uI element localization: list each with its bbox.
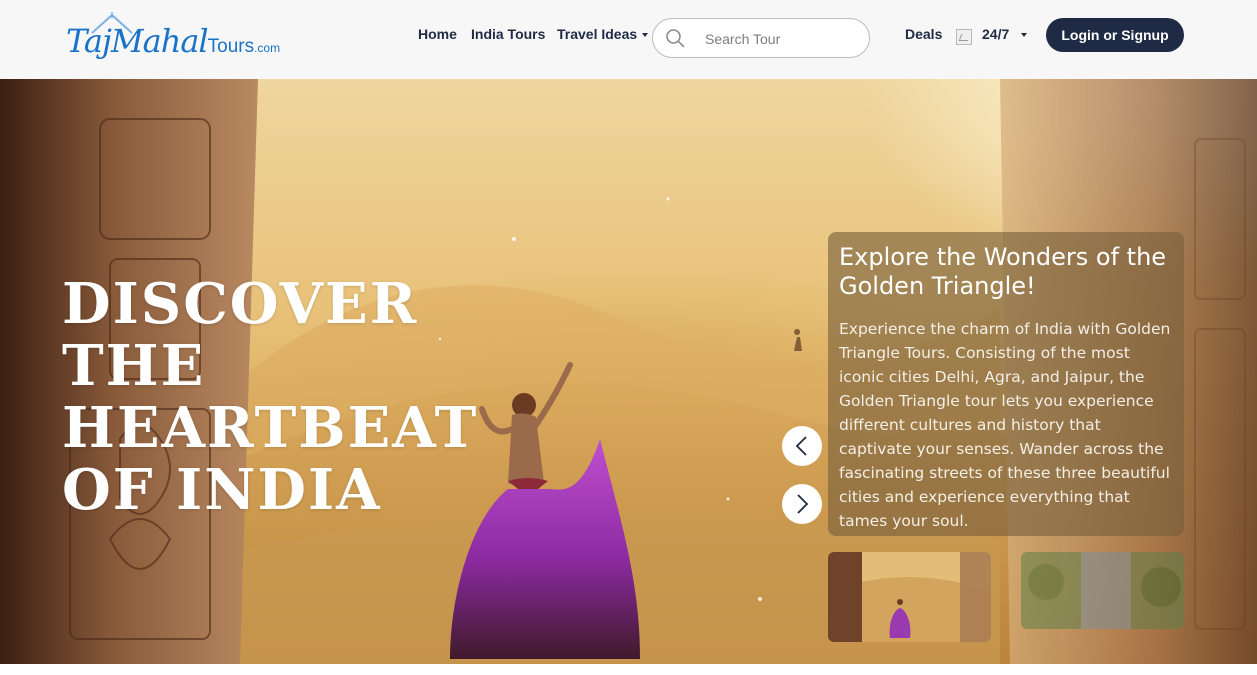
logo-tours-text: Tours <box>207 36 255 57</box>
broken-image-icon <box>956 29 972 45</box>
logo-main-text: TajMahal <box>66 22 209 60</box>
caret-down-icon <box>1021 33 1028 38</box>
logo-com-text: .com <box>254 41 281 55</box>
slide-thumbnail-2[interactable] <box>1021 552 1184 629</box>
hero-title: DISCOVER THE HEARTBEAT OF INDIA <box>62 271 479 523</box>
site-logo[interactable]: TajMahalTours.com <box>66 12 280 68</box>
search-icon[interactable] <box>665 28 685 48</box>
carousel-prev-button[interactable] <box>782 426 822 466</box>
hero-banner: DISCOVER THE HEARTBEAT OF INDIA Explore … <box>0 79 1257 664</box>
nav-deals[interactable]: Deals <box>905 26 942 42</box>
thumbnail-image <box>1021 552 1184 629</box>
caret-down-icon <box>642 33 649 38</box>
card-description: Experience the charm of India with Golde… <box>839 320 1171 530</box>
thumbnail-image <box>828 552 991 642</box>
nav-india-tours[interactable]: India Tours <box>471 26 545 42</box>
nav-home[interactable]: Home <box>418 26 457 42</box>
site-header: TajMahalTours.com Home India Tours Trave… <box>0 0 1257 79</box>
nav-travel-ideas[interactable]: Travel Ideas <box>557 26 649 42</box>
logo-text: TajMahalTours.com <box>66 22 280 60</box>
nav-travel-ideas-label: Travel Ideas <box>557 26 638 42</box>
nav-support[interactable]: 24/7 <box>982 26 1028 42</box>
login-signup-button[interactable]: Login or Signup <box>1046 18 1184 52</box>
carousel-next-button[interactable] <box>782 484 822 524</box>
search-box <box>652 18 870 58</box>
card-title: Explore the Wonders of the Golden Triang… <box>839 243 1167 300</box>
slide-thumbnail-1[interactable] <box>828 552 991 642</box>
nav-support-label: 24/7 <box>982 26 1010 42</box>
tour-info-card: Explore the Wonders of the Golden Triang… <box>828 232 1184 536</box>
chevron-left-icon <box>795 436 807 456</box>
chevron-right-icon <box>797 494 809 514</box>
search-input[interactable] <box>705 28 855 50</box>
